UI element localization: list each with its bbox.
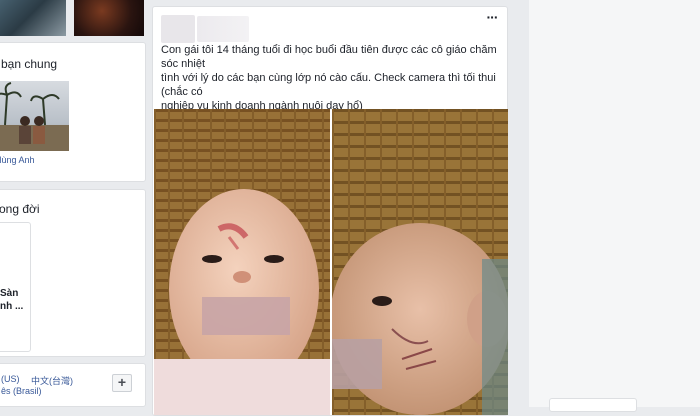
add-language-button[interactable]: + xyxy=(112,374,132,392)
life-event-line-1: Sàn xyxy=(0,288,19,299)
blurred-author-name[interactable] xyxy=(197,16,249,42)
life-events-card: rong đời Sàn nh ... xyxy=(0,189,146,357)
life-event-item[interactable]: Sàn nh ... xyxy=(0,222,31,352)
more-options-button[interactable]: ··· xyxy=(483,10,501,27)
post-photo-1[interactable] xyxy=(154,109,330,415)
top-photo-1[interactable] xyxy=(0,0,66,36)
right-sidebar-card xyxy=(549,398,637,412)
post-text-line: Con gái tôi 14 tháng tuổi đi học buổi đầ… xyxy=(161,44,497,70)
post-photo-2[interactable] xyxy=(332,109,508,415)
life-events-heading: rong đời xyxy=(0,202,40,216)
life-event-line-2: nh ... xyxy=(0,301,24,312)
blurred-avatar[interactable] xyxy=(161,15,195,43)
post-card: ··· Con gái tôi 14 tháng tuổi đi học buổ… xyxy=(152,6,508,416)
friend-photo[interactable] xyxy=(0,81,69,151)
right-sidebar xyxy=(529,0,700,407)
post-text-line: tình với lý do các bạn cùng lớp nó cào c… xyxy=(161,72,496,98)
mutual-friends-heading: ỉ bạn chung xyxy=(0,57,58,71)
language-link-portuguese[interactable]: ês (Brasil) xyxy=(1,386,42,396)
top-photos-strip xyxy=(0,0,144,36)
mutual-friends-card: ỉ bạn chung Hùng Anh xyxy=(0,42,146,182)
top-photo-2[interactable] xyxy=(74,0,144,36)
language-card: (US) 中文(台灣) ês (Brasil) + xyxy=(0,363,146,407)
language-link-english[interactable]: (US) xyxy=(1,374,20,384)
friend-name-link[interactable]: Hùng Anh xyxy=(0,155,35,165)
